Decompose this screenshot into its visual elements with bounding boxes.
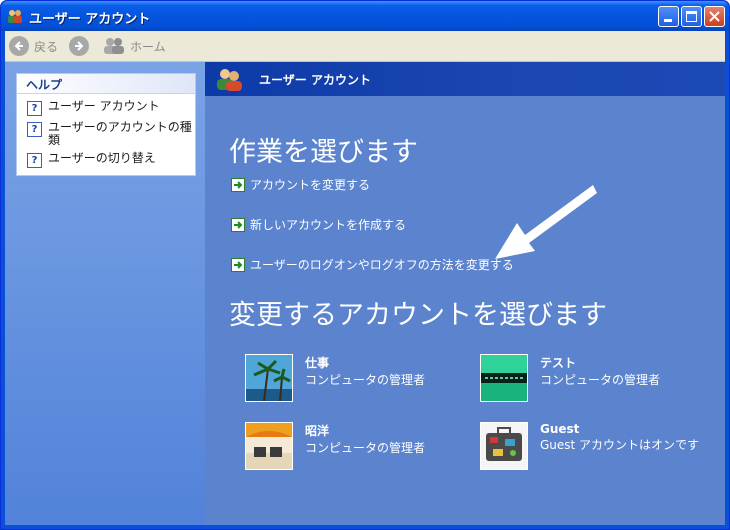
account-tile-test[interactable]: テスト コンピュータの管理者	[480, 354, 660, 402]
task-change-logon[interactable]: ユーザーのログオンやログオフの方法を変更する	[231, 256, 514, 273]
task-heading: 作業を選びます	[229, 137, 418, 168]
main-header: ユーザー アカウント	[205, 62, 725, 96]
palm-trees-picture	[245, 354, 293, 402]
home-button[interactable]: ホーム	[103, 35, 166, 57]
help-question-icon: ?	[27, 101, 42, 116]
account-tile-guest[interactable]: Guest Guest アカウントはオンです	[480, 422, 699, 470]
green-arrow-icon	[231, 217, 245, 232]
beach-chairs-picture	[245, 422, 293, 470]
help-item-label: ユーザーのアカウントの種類	[48, 120, 192, 147]
help-item-account-types[interactable]: ? ユーザーのアカウントの種類	[27, 121, 193, 147]
forward-arrow-icon	[69, 36, 89, 56]
user-accounts-icon	[8, 10, 22, 23]
back-arrow-icon	[9, 36, 29, 56]
close-button[interactable]	[704, 6, 725, 27]
forward-button[interactable]	[69, 35, 89, 57]
home-label: ホーム	[130, 39, 166, 54]
help-question-icon: ?	[27, 122, 42, 137]
account-role: コンピュータの管理者	[540, 373, 661, 387]
account-name: 仕事	[305, 356, 330, 370]
account-role: コンピュータの管理者	[305, 373, 426, 387]
annotation-arrow-icon	[495, 185, 597, 259]
help-box: ヘルプ ? ユーザー アカウント ? ユーザーのアカウントの種類 ? ユーザーの…	[16, 73, 196, 176]
task-change-account[interactable]: アカウントを変更する	[231, 176, 370, 193]
task-create-account[interactable]: 新しいアカウントを作成する	[231, 216, 406, 233]
title-bar[interactable]: ユーザー アカウント	[1, 1, 729, 31]
user-accounts-icon	[217, 69, 242, 91]
main-pane: ユーザー アカウント 作業を選びます アカウントを変更する 新しいアカウントを作…	[205, 62, 725, 525]
back-button[interactable]: 戻る	[9, 35, 58, 57]
help-title: ヘルプ	[26, 78, 63, 92]
task-label: アカウントを変更する	[250, 178, 371, 192]
account-role: コンピュータの管理者	[305, 441, 426, 455]
green-arrow-icon	[231, 177, 245, 192]
user-accounts-window: ユーザー アカウント 戻る ホーム ヘルプ ? ユーザー アカウント ? ユーザ…	[0, 0, 730, 530]
left-pane: ヘルプ ? ユーザー アカウント ? ユーザーのアカウントの種類 ? ユーザーの…	[5, 62, 205, 525]
help-header: ヘルプ	[17, 74, 195, 94]
help-item-user-accounts[interactable]: ? ユーザー アカウント	[27, 100, 193, 116]
window-title: ユーザー アカウント	[29, 12, 151, 27]
toolbar: 戻る ホーム	[5, 31, 725, 62]
account-heading: 変更するアカウントを選びます	[229, 300, 607, 331]
help-item-label: ユーザー アカウント	[48, 99, 160, 113]
help-item-switch-user[interactable]: ? ユーザーの切り替え	[27, 152, 193, 168]
minimize-button[interactable]	[658, 6, 679, 27]
help-item-label: ユーザーの切り替え	[48, 151, 156, 165]
account-tile-work[interactable]: 仕事 コンピュータの管理者	[245, 354, 425, 402]
suitcase-picture	[480, 422, 528, 470]
back-label: 戻る	[34, 39, 59, 54]
account-role: Guest アカウントはオンです	[540, 438, 700, 452]
account-name: テスト	[540, 356, 577, 370]
help-question-icon: ?	[27, 153, 42, 168]
maximize-button[interactable]	[681, 6, 702, 27]
green-abstract-picture	[480, 354, 528, 402]
green-arrow-icon	[231, 257, 245, 272]
account-name: Guest	[540, 422, 580, 436]
main-header-title: ユーザー アカウント	[259, 73, 371, 87]
task-label: 新しいアカウントを作成する	[250, 218, 407, 232]
account-name: 昭洋	[305, 424, 330, 438]
content-frame: ヘルプ ? ユーザー アカウント ? ユーザーのアカウントの種類 ? ユーザーの…	[5, 62, 725, 525]
task-label: ユーザーのログオンやログオフの方法を変更する	[250, 258, 514, 272]
account-tile-akihiro[interactable]: 昭洋 コンピュータの管理者	[245, 422, 425, 470]
users-home-icon	[104, 38, 124, 54]
